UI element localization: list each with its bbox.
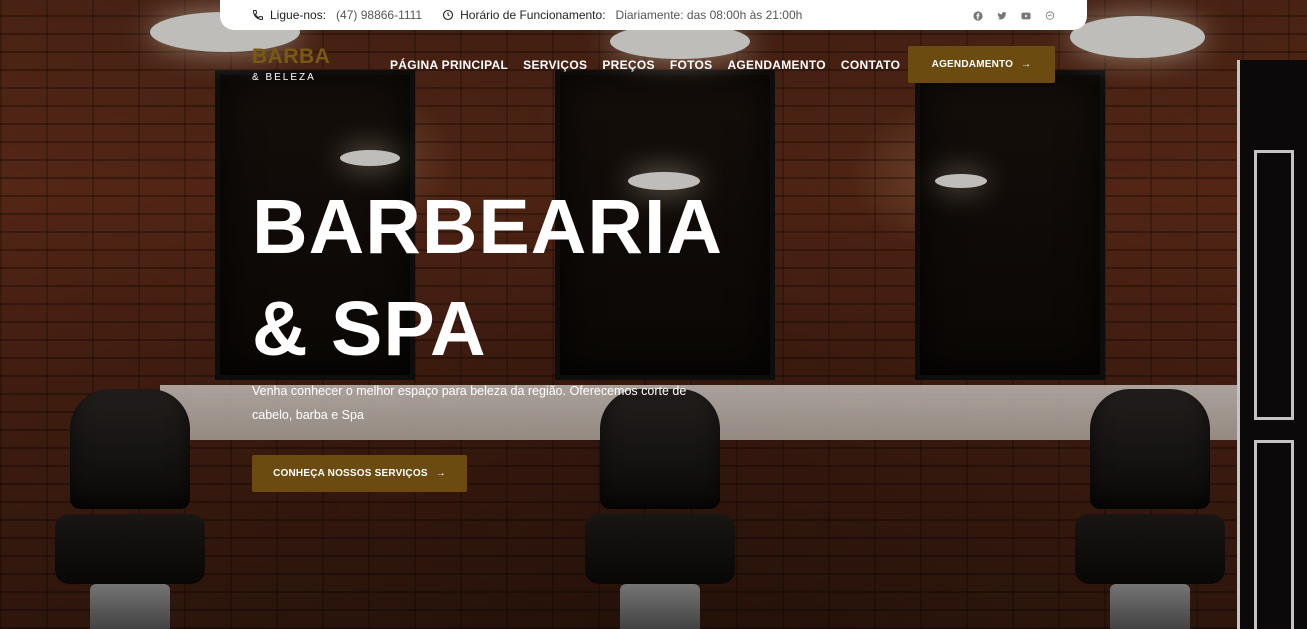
hero-title-line-2: & SPA xyxy=(252,286,487,372)
facebook-icon[interactable] xyxy=(973,10,983,21)
hero-subtitle: Venha conhecer o melhor espaço para bele… xyxy=(252,384,687,422)
hero-title-line-1: BARBEARIA xyxy=(252,184,723,270)
services-button[interactable]: CONHEÇA NOSSOS SERVIÇOS → xyxy=(252,455,467,492)
twitter-icon[interactable] xyxy=(997,10,1007,20)
arrow-right-icon: → xyxy=(435,468,446,479)
agendamento-button[interactable]: AGENDAMENTO → xyxy=(908,46,1055,83)
hours-value: Diariamente: das 08:00h às 21:00h xyxy=(615,8,803,22)
logo-subtitle: & BELEZA xyxy=(252,72,316,83)
services-button-label: CONHEÇA NOSSOS SERVIÇOS xyxy=(273,468,428,479)
hero-title: BARBEARIA & SPA xyxy=(252,176,723,380)
agendamento-button-label: AGENDAMENTO xyxy=(931,59,1014,70)
nav-item-contato[interactable]: CONTATO xyxy=(841,58,900,72)
nav-item-fotos[interactable]: FOTOS xyxy=(670,58,713,72)
phone-number[interactable]: (47) 98866-1111 xyxy=(336,8,422,22)
arrow-right-icon: → xyxy=(1021,59,1032,70)
phone-icon xyxy=(252,10,263,21)
youtube-icon[interactable] xyxy=(1021,10,1031,20)
hours-info: Horário de Funcionamento: Diariamente: d… xyxy=(442,8,802,22)
clock-icon xyxy=(443,9,454,21)
phone-info[interactable]: Ligue-nos: (47) 98866-1111 xyxy=(252,8,422,22)
phone-label: Ligue-nos: xyxy=(270,8,327,22)
hours-label: Horário de Funcionamento: xyxy=(460,8,606,22)
site-logo[interactable]: BARBA & BELEZA xyxy=(252,45,331,84)
top-info-bar: Ligue-nos: (47) 98866-1111 Horário de Fu… xyxy=(220,0,1087,30)
social-links xyxy=(973,10,1055,21)
nav-item-servicos[interactable]: SERVIÇOS xyxy=(523,58,587,72)
chat-icon[interactable] xyxy=(1045,10,1055,20)
nav-item-precos[interactable]: PREÇOS xyxy=(602,58,654,72)
nav-item-pagina-principal[interactable]: PÁGINA PRINCIPAL xyxy=(390,58,508,72)
main-nav: PÁGINA PRINCIPAL SERVIÇOS PREÇOS FOTOS A… xyxy=(390,58,900,72)
nav-item-agendamento[interactable]: AGENDAMENTO xyxy=(727,58,825,72)
logo-title: BARBA xyxy=(252,45,331,68)
